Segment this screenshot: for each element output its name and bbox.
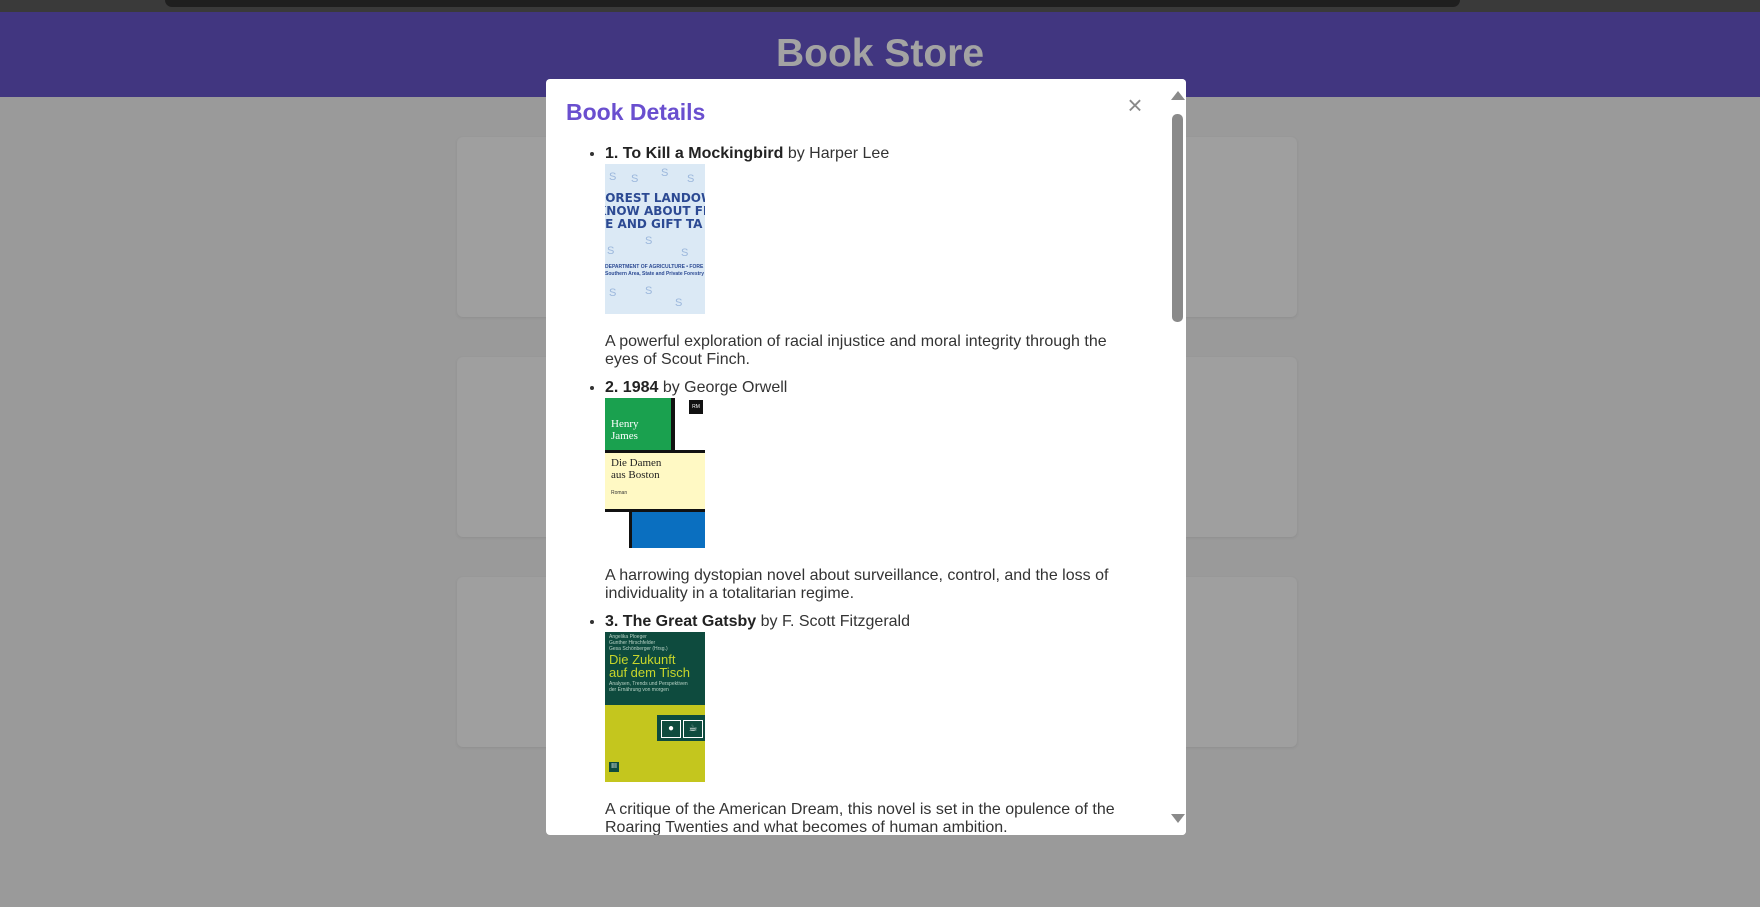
modal-scrollbar[interactable] <box>1168 79 1186 835</box>
book-cover-image: RM Henry James Die Damen aus Boston Roman <box>605 398 705 548</box>
plate-icon: ● <box>661 720 681 738</box>
book-author: by F. Scott Fitzgerald <box>756 613 911 630</box>
book-description: A harrowing dystopian novel about survei… <box>605 567 1109 602</box>
list-item: 1. To Kill a Mockingbird by Harper Lee S… <box>605 145 1125 369</box>
publisher-logo: RM <box>689 400 703 414</box>
site-title: Book Store <box>775 31 985 75</box>
book-author: by Harper Lee <box>783 145 890 162</box>
book-heading: 1. To Kill a Mockingbird by Harper Lee <box>605 145 1125 163</box>
book-details-modal: Book Details × 1. To Kill a Mockingbird … <box>546 79 1186 835</box>
book-cover-image: Angelika Ploeger Gunther Hirschfelder Gesa… <box>605 632 705 782</box>
publisher-logo: III <box>609 762 619 772</box>
close-icon[interactable]: × <box>1124 91 1146 119</box>
browser-top-strip <box>0 0 1760 12</box>
cover-title: Die Zukunft auf dem Tisch <box>609 652 690 680</box>
modal-content[interactable]: Book Details × 1. To Kill a Mockingbird … <box>546 79 1168 835</box>
cover-title: FOREST LANDOWKNOW ABOUT FETE AND GIFT TA <box>605 191 705 231</box>
book-title: 1. To Kill a Mockingbird <box>605 145 784 162</box>
cover-subtitle: Analysen, Trends und Perspektiven der Ern… <box>609 681 688 693</box>
modal-title: Book Details <box>566 99 706 125</box>
book-heading: 2. 1984 by George Orwell <box>605 379 1125 397</box>
book-heading: 3. The Great Gatsby by F. Scott Fitzgera… <box>605 613 1125 631</box>
cover-subtitle: Roman <box>611 490 628 496</box>
book-title: 3. The Great Gatsby <box>605 613 757 630</box>
cover-title: Die Damen aus Boston <box>611 457 662 481</box>
cover-icons: ● ☕ <box>657 715 705 741</box>
book-cover-image: SSSS SSS SSS FOREST LANDOWKNOW ABOUT FET… <box>605 164 705 314</box>
book-description: A powerful exploration of racial injusti… <box>605 333 1107 368</box>
book-title: 2. 1984 <box>605 379 659 396</box>
cover-author: Henry James <box>611 418 639 442</box>
cover-footer: DEPARTMENT OF AGRICULTURE • FORE Southern… <box>605 264 705 277</box>
book-description: A critique of the American Dream, this n… <box>605 801 1115 835</box>
scroll-up-arrow-icon[interactable] <box>1171 91 1185 100</box>
scrollbar-thumb[interactable] <box>1172 114 1183 322</box>
cup-icon: ☕ <box>683 720 703 738</box>
browser-url-bar <box>165 0 1460 7</box>
list-item: 2. 1984 by George Orwell RM HenryJames D… <box>605 379 1125 603</box>
book-list: 1. To Kill a Mockingbird by Harper Lee S… <box>546 145 1168 835</box>
list-item: 3. The Great Gatsby by F. Scott Fitzgera… <box>605 613 1125 835</box>
cover-editors: Angelika Ploeger Gunther Hirschfelder Gesa… <box>609 634 668 652</box>
book-author: by George Orwell <box>658 379 788 396</box>
scroll-down-arrow-icon[interactable] <box>1171 814 1185 823</box>
